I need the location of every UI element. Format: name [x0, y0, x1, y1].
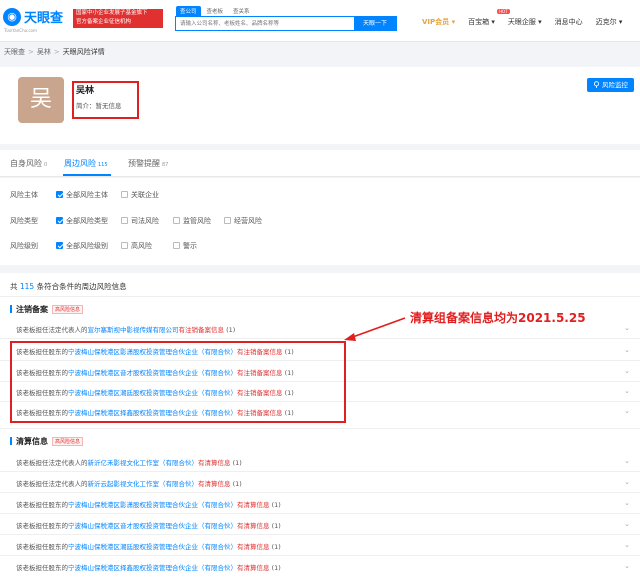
- annotation-arrow: [344, 317, 406, 341]
- annotation-text: 清算组备案信息均为2021.5.25: [410, 311, 586, 325]
